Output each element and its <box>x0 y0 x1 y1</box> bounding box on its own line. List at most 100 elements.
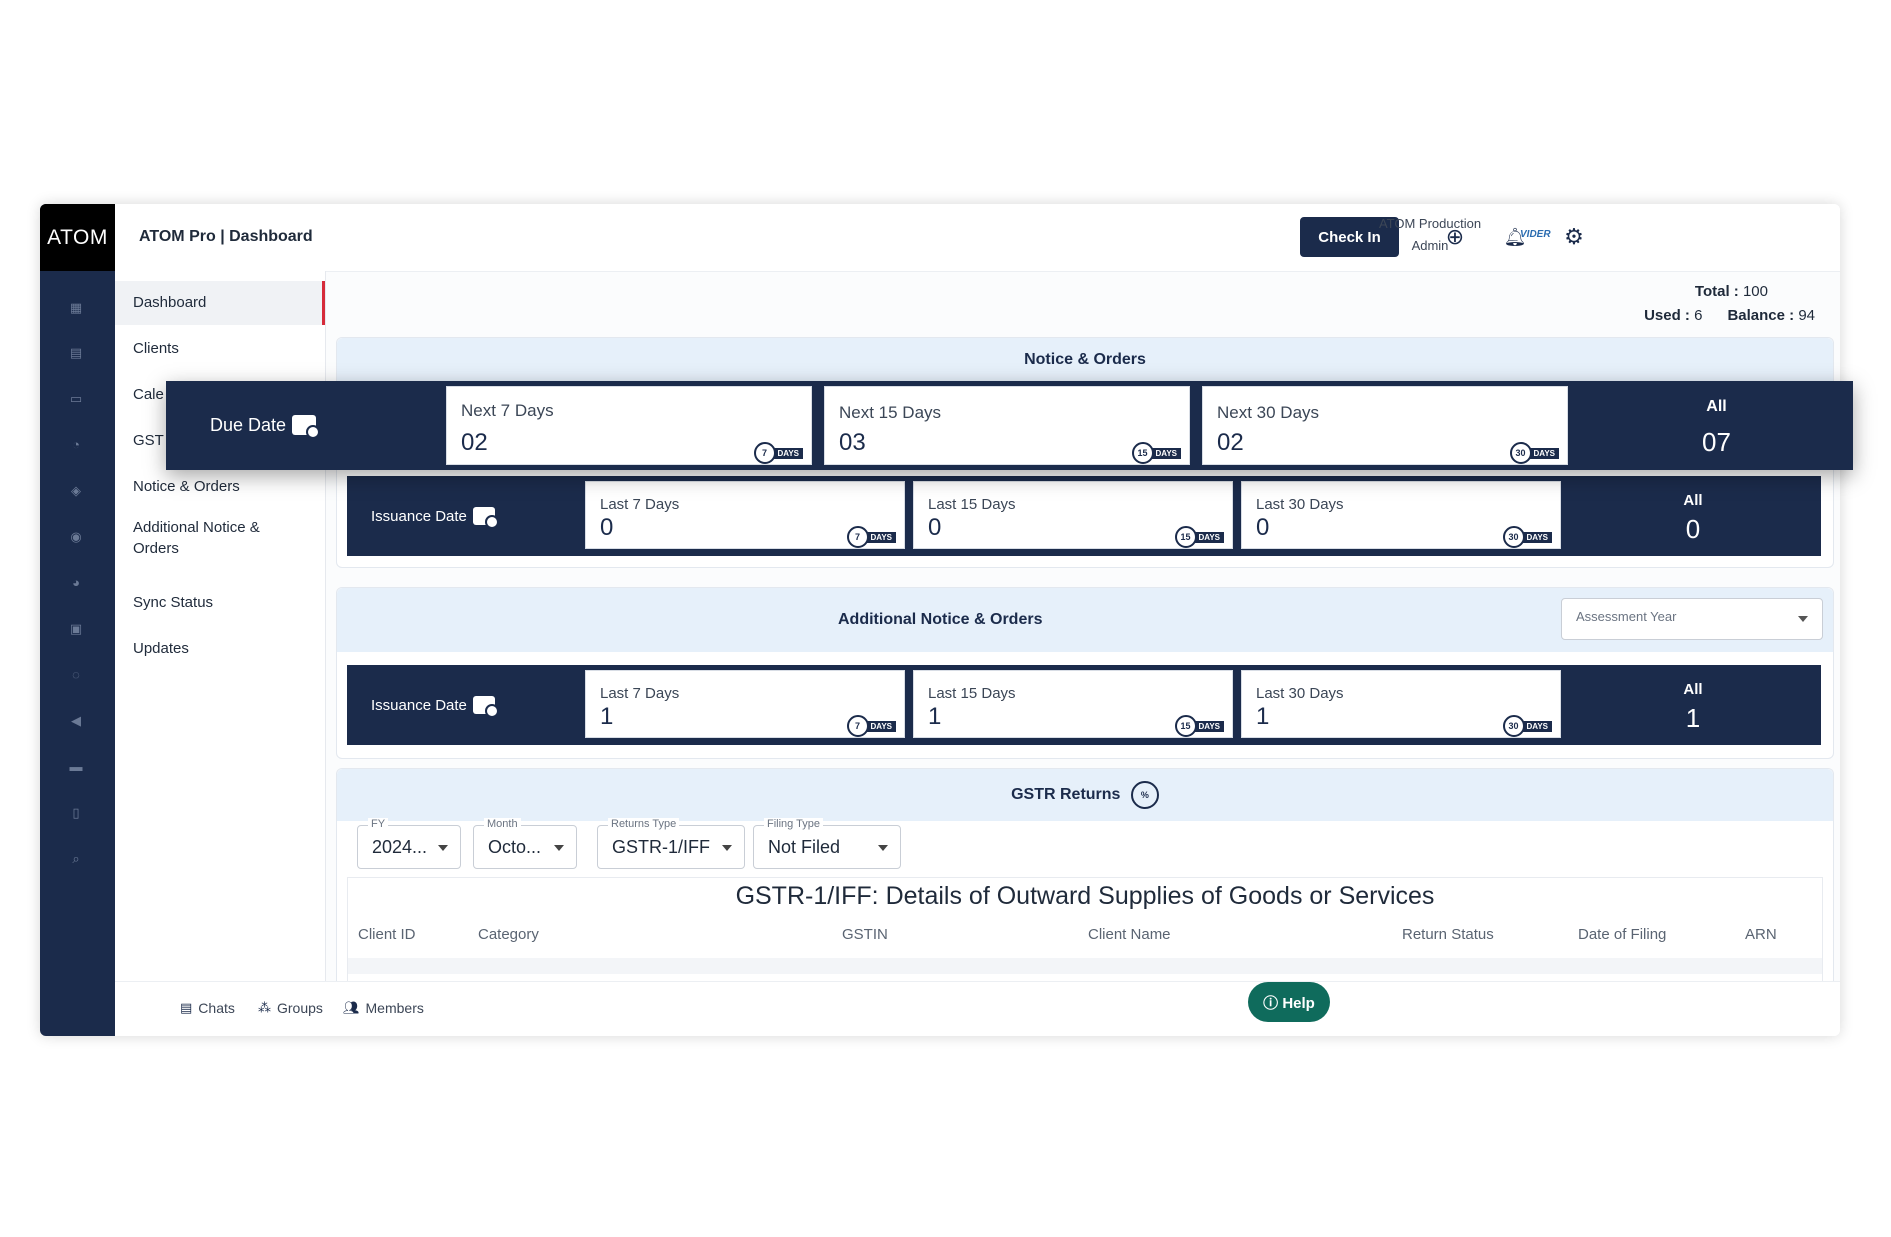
fy-label: FY <box>368 818 389 830</box>
additional-all-box[interactable]: All 1 <box>1575 665 1811 745</box>
due-next-15-card[interactable]: Next 15 Days 03 15 DAYS <box>824 386 1190 465</box>
total-count: Total : 100 <box>1695 283 1768 300</box>
all-label: All <box>1706 398 1727 415</box>
card-label: Next 7 Days <box>461 401 554 420</box>
members-label: Members <box>365 1000 424 1016</box>
card-label: Last 30 Days <box>1256 685 1344 702</box>
days-badge-icon: 7 DAYS <box>753 442 803 464</box>
card-label: Last 30 Days <box>1256 496 1344 513</box>
days-badge-icon: 30 DAYS <box>1502 715 1552 737</box>
app-logo: ATOM <box>40 204 115 271</box>
card-label: Last 15 Days <box>928 685 1016 702</box>
assessment-year-select[interactable]: Assessment Year <box>1561 598 1823 640</box>
dashboard-icon[interactable]: ▦ <box>68 300 84 316</box>
sidebar-item-sync-status[interactable]: Sync Status <box>115 581 325 625</box>
filing-type-select[interactable]: Filing Type Not Filed <box>753 818 901 869</box>
notice-orders-title: Notice & Orders <box>337 338 1833 382</box>
icon-rail: ATOM ▦ ▤ ▭ ◔ ◈ ◉ ◕ ▣ ◌ ◀ ▬ ▯ ⌕ <box>40 204 115 1036</box>
column-header[interactable]: Client ID <box>358 926 416 943</box>
column-header[interactable]: GSTIN <box>842 926 888 943</box>
issuance-last-30-card[interactable]: Last 30 Days 0 30 DAYS <box>1241 481 1561 549</box>
main-content: Total : 100 Used : 6 Balance : 94 Notice… <box>326 271 1840 989</box>
sidebar-item-dashboard[interactable]: Dashboard <box>115 281 325 325</box>
column-header[interactable]: ARN <box>1745 926 1777 943</box>
user-role: Admin <box>1411 238 1449 253</box>
card-value: 0 <box>600 514 614 541</box>
fy-select[interactable]: FY 2024... <box>357 818 461 869</box>
month-select[interactable]: Month Octo... <box>473 818 577 869</box>
additional-issuance-text: Issuance Date <box>371 696 467 714</box>
sidebar-item-updates[interactable]: Updates <box>115 627 325 671</box>
card-value: 1 <box>1256 703 1270 730</box>
due-next-7-card[interactable]: Next 7 Days 02 7 DAYS <box>446 386 812 465</box>
brand-logo: VIDER <box>1520 229 1551 240</box>
due-next-30-card[interactable]: Next 30 Days 02 30 DAYS <box>1202 386 1568 465</box>
search-icon[interactable]: ⌕ <box>68 851 84 867</box>
card-value: 03 <box>839 429 866 456</box>
issuance-last-7-card[interactable]: Last 7 Days 0 7 DAYS <box>585 481 905 549</box>
assessment-year-placeholder: Assessment Year <box>1576 609 1677 624</box>
balance-label: Balance : <box>1727 307 1795 324</box>
groups-label: Groups <box>277 1000 323 1016</box>
groups-link[interactable]: ⁂ Groups <box>258 1000 323 1016</box>
help-button[interactable]: ⓘ Help <box>1248 982 1330 1022</box>
column-header[interactable]: Category <box>478 926 539 943</box>
gstr-table-title: GSTR-1/IFF: Details of Outward Supplies … <box>735 882 1435 910</box>
card-value: 0 <box>1256 514 1270 541</box>
user-icon[interactable]: ◉ <box>68 529 84 545</box>
issuance-date-text: Issuance Date <box>371 507 467 525</box>
chevron-down-icon <box>1798 616 1808 622</box>
grid-icon[interactable]: ▣ <box>68 621 84 637</box>
all-value: 07 <box>1702 427 1731 457</box>
chat-icon[interactable]: ▬ <box>68 759 84 775</box>
all-label: All <box>1683 681 1703 698</box>
briefcase-clock-icon <box>472 696 499 718</box>
report-icon[interactable]: ▯ <box>68 805 84 821</box>
briefcase-clock-icon <box>292 415 321 439</box>
chats-link[interactable]: ▤ Chats <box>180 1000 235 1016</box>
column-header[interactable]: Return Status <box>1402 926 1494 943</box>
sidebar-item-additional-notice[interactable]: Additional Notice & Orders <box>115 517 305 559</box>
members-link[interactable]: 👥︎ Members <box>343 1000 424 1016</box>
month-label: Month <box>484 818 521 830</box>
card-value: 1 <box>600 703 614 730</box>
due-all-box[interactable]: All 07 <box>1580 381 1853 470</box>
returns-type-select[interactable]: Returns Type GSTR-1/IFF <box>597 818 745 869</box>
card-label: Last 15 Days <box>928 496 1016 513</box>
additional-last-15-card[interactable]: Last 15 Days 1 15 DAYS <box>913 670 1233 738</box>
additional-last-7-card[interactable]: Last 7 Days 1 7 DAYS <box>585 670 905 738</box>
gst-refresh-icon: % <box>1130 780 1159 809</box>
days-badge-icon: 30 DAYS <box>1502 526 1552 548</box>
issuance-last-15-card[interactable]: Last 15 Days 0 15 DAYS <box>913 481 1233 549</box>
chevron-down-icon <box>878 845 888 851</box>
used-value: 6 <box>1694 307 1703 324</box>
gst-icon[interactable]: ◔ <box>68 437 84 453</box>
sync-icon[interactable]: ◌ <box>68 667 84 683</box>
balance-value: 94 <box>1798 307 1815 324</box>
issuance-all-box[interactable]: All 0 <box>1575 476 1811 556</box>
clients-icon[interactable]: ▤ <box>68 345 84 361</box>
user-name[interactable]: ATOM Production <box>1370 216 1490 231</box>
megaphone-icon[interactable]: ◀ <box>68 713 84 729</box>
additional-issuance-label: Issuance Date <box>371 689 499 721</box>
sidebar-item-notice-orders[interactable]: Notice & Orders <box>115 465 325 509</box>
table-row-placeholder <box>348 958 1822 974</box>
all-label: All <box>1683 492 1703 509</box>
gstr-table: GSTR-1/IFF: Details of Outward Supplies … <box>347 877 1823 989</box>
month-value: Octo... <box>488 837 542 857</box>
days-badge-icon: 30 DAYS <box>1509 442 1559 464</box>
column-header[interactable]: Date of Filing <box>1578 926 1666 943</box>
pie-icon[interactable]: ◕ <box>68 575 84 591</box>
gear-icon[interactable]: ⚙ <box>1561 224 1587 250</box>
gstr-returns-title: GSTR Returns % <box>337 769 1833 821</box>
additional-last-30-card[interactable]: Last 30 Days 1 30 DAYS <box>1241 670 1561 738</box>
sidebar-item-clients[interactable]: Clients <box>115 327 325 371</box>
briefcase-clock-icon <box>472 507 499 529</box>
card-value: 02 <box>461 429 488 456</box>
card-label: Last 7 Days <box>600 496 680 513</box>
card-value: 02 <box>1217 429 1244 456</box>
column-header[interactable]: Client Name <box>1088 926 1171 943</box>
calendar-icon[interactable]: ▭ <box>68 391 84 407</box>
notice-icon[interactable]: ◈ <box>68 483 84 499</box>
help-label: Help <box>1282 994 1315 1012</box>
